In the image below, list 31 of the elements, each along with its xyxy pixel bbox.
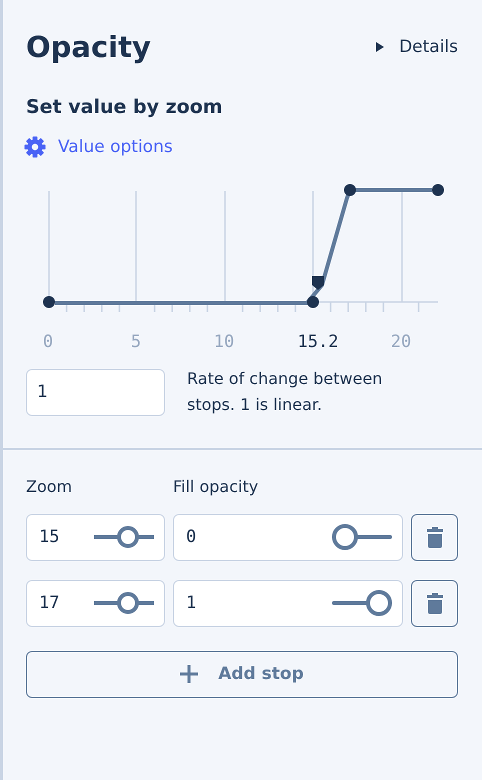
add-stop-button[interactable]: Add stop <box>26 650 458 698</box>
opacity-slider[interactable] <box>332 590 392 616</box>
plus-icon <box>180 665 198 683</box>
slider-thumb[interactable] <box>332 524 358 550</box>
zoom-marker-icon[interactable] <box>312 276 324 290</box>
rate-input[interactable]: 1 <box>26 368 165 416</box>
section-heading: Set value by zoom <box>26 95 224 120</box>
rate-description: Rate of change between stops. 1 is linear. <box>187 368 384 416</box>
axis-label: 15.2 <box>298 332 338 352</box>
delete-button[interactable] <box>411 580 458 626</box>
zoom-field[interactable]: 15 <box>26 514 165 560</box>
trash-icon <box>426 526 444 548</box>
details-toggle[interactable]: Details <box>375 37 458 57</box>
settings-icon <box>24 136 46 158</box>
axis-label: 0 <box>42 332 54 352</box>
axis-label: 20 <box>390 332 412 352</box>
panel-title: Opacity <box>26 29 151 66</box>
column-heading: Zoom <box>26 476 74 498</box>
value-options-link[interactable]: Value options <box>24 136 173 158</box>
slider-icon <box>94 590 154 616</box>
opacity-slider[interactable] <box>332 524 392 550</box>
slider-icon <box>94 524 154 550</box>
axis-label: 10 <box>214 332 234 352</box>
opacity-field[interactable]: 1 <box>173 580 403 626</box>
axis-label: 5 <box>130 332 142 352</box>
trash-icon <box>426 592 444 614</box>
zoom-field[interactable]: 17 <box>26 580 165 626</box>
opacity-field[interactable]: 0 <box>173 514 403 560</box>
column-heading: Fill opacity <box>173 476 258 498</box>
slider-thumb[interactable] <box>366 590 392 616</box>
delete-button[interactable] <box>411 514 458 560</box>
